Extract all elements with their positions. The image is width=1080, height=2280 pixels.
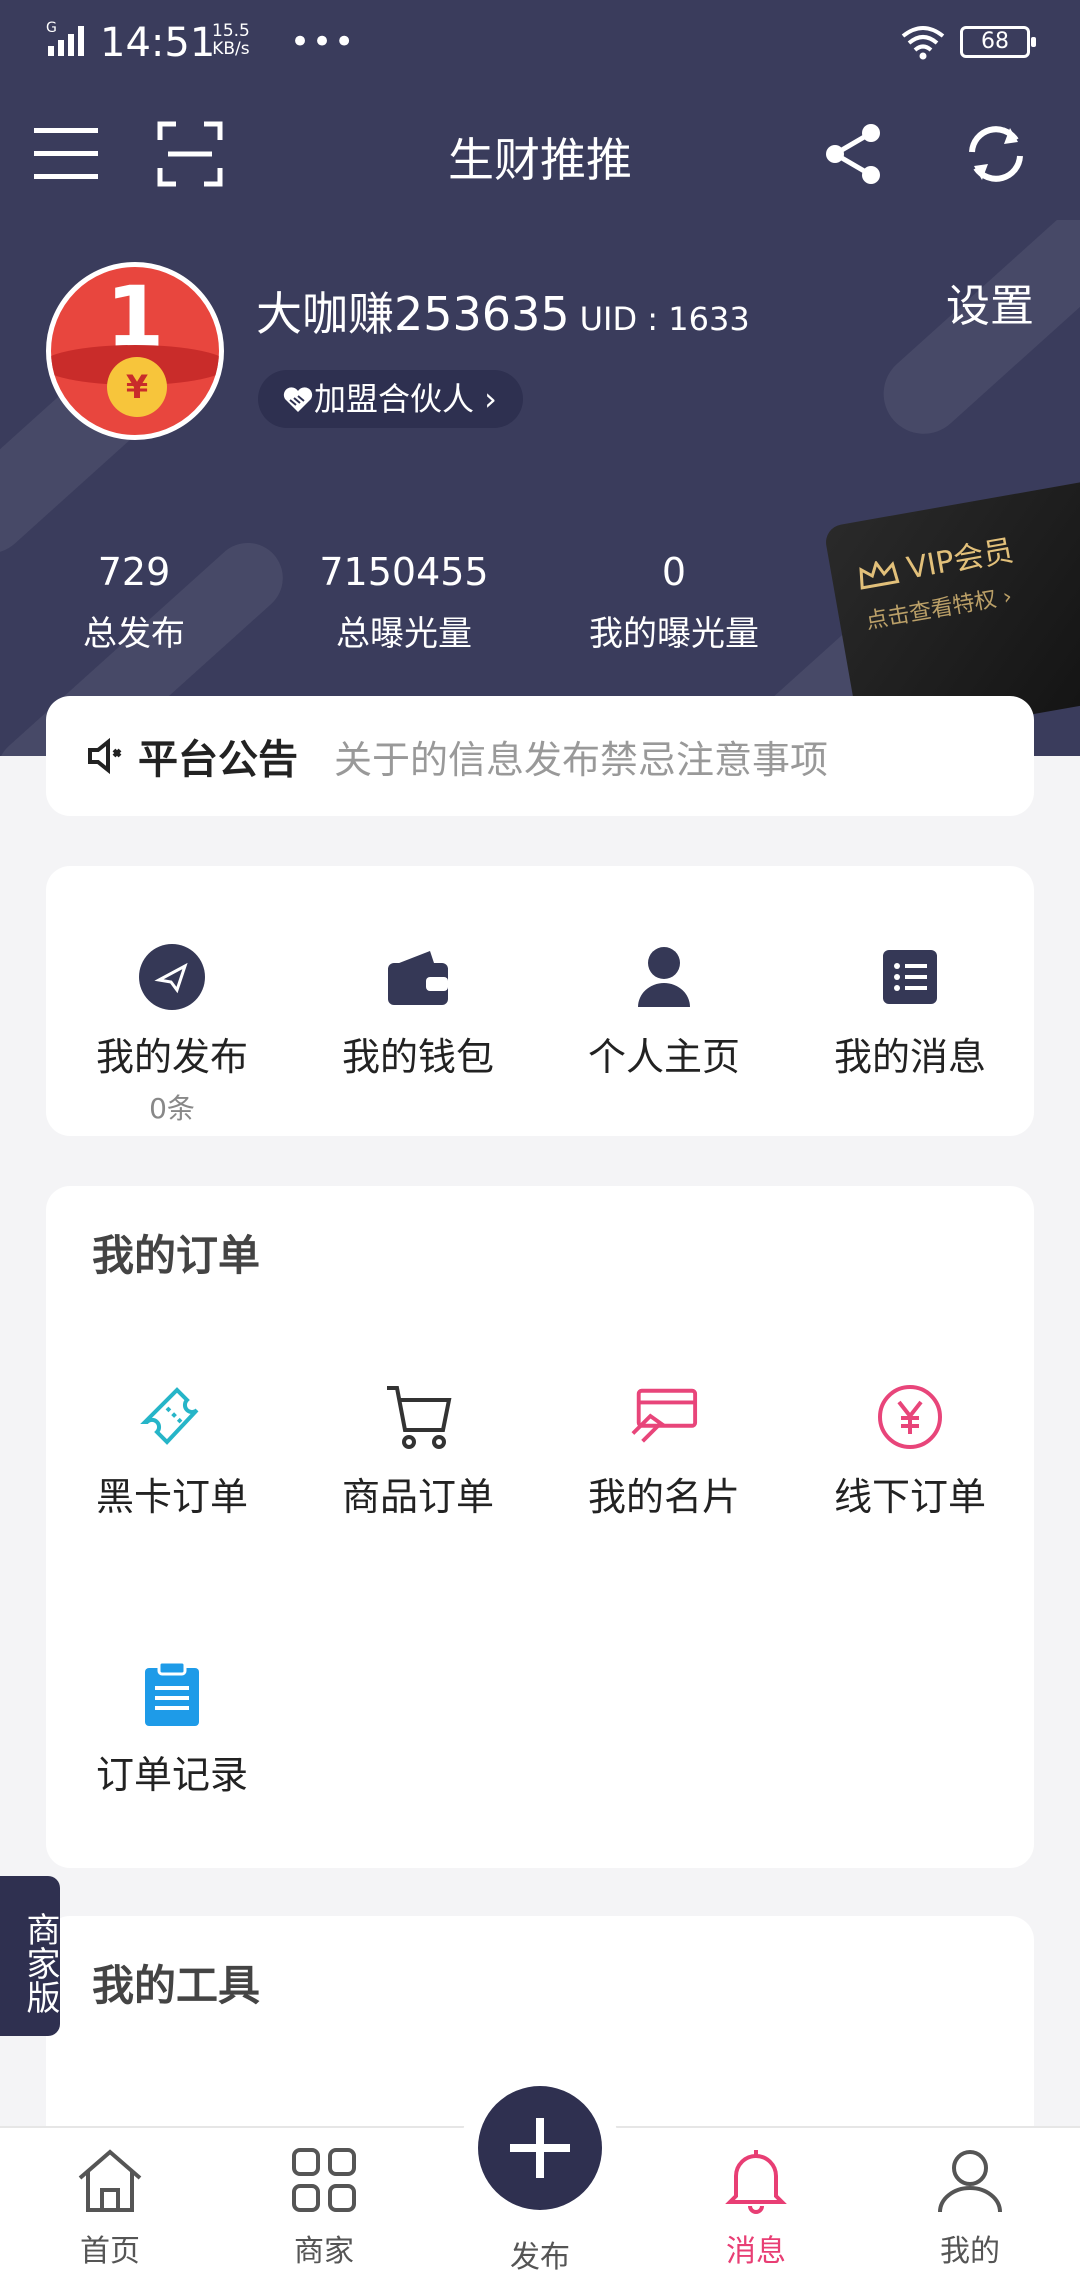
stat-my-exposure[interactable]: 0 我的曝光量 — [564, 550, 784, 655]
yen-coin-icon: ¥ — [107, 357, 167, 417]
nav-bar: 生财推推 — [0, 90, 1080, 220]
my-messages-button[interactable]: 我的消息 — [790, 942, 1030, 1081]
person-icon — [629, 942, 699, 1012]
bell-icon — [725, 2150, 787, 2214]
merchant-version-tab[interactable]: 商家版 — [0, 1876, 60, 2036]
orders-title: 我的订单 — [92, 1231, 261, 1280]
ticket-icon — [137, 1382, 207, 1452]
refresh-icon[interactable] — [958, 116, 1034, 192]
tools-title: 我的工具 — [92, 1961, 261, 2010]
tab-mine[interactable]: 我的 — [890, 2142, 1050, 2270]
battery-icon: 68 — [960, 26, 1036, 58]
my-posts-button[interactable]: 我的发布 0条 — [52, 942, 292, 1127]
settings-button[interactable]: 设置 — [946, 270, 1034, 334]
handshake-icon — [283, 387, 313, 412]
publish-button[interactable] — [478, 2086, 602, 2210]
page-title: 生财推推 — [448, 133, 632, 187]
order-records-button[interactable]: 订单记录 — [52, 1660, 292, 1799]
wallet-icon — [383, 942, 453, 1012]
cart-icon — [383, 1382, 453, 1452]
more-status-icon: ••• — [290, 22, 357, 62]
goods-orders-button[interactable]: 商品订单 — [298, 1382, 538, 1521]
share-icon[interactable] — [816, 116, 892, 192]
network-speed: 15.5 KB/s — [212, 21, 250, 59]
user-id: UID : 1633 — [579, 300, 750, 338]
user-icon — [938, 2150, 1002, 2213]
post-count: 0条 — [149, 1092, 195, 1125]
profile-page-button[interactable]: 个人主页 — [544, 942, 784, 1081]
tab-home[interactable]: 首页 — [30, 2142, 190, 2270]
svg-text:G: G — [46, 20, 57, 36]
black-card-orders-button[interactable]: 黑卡订单 — [52, 1382, 292, 1521]
my-card-button[interactable]: 我的名片 — [544, 1382, 784, 1521]
profile-header: 1 ¥ 大咖赚253635 UID : 1633 加盟合伙人 › 设置 729 总… — [0, 220, 1080, 756]
card-icon — [629, 1382, 699, 1452]
tab-messages[interactable]: 消息 — [676, 2142, 836, 2270]
my-wallet-button[interactable]: 我的钱包 — [298, 942, 538, 1081]
clock: 14:51 — [100, 20, 216, 66]
orders-card: 我的订单 黑卡订单 商品订单 我的名片 线下订单 订单记录 — [46, 1186, 1034, 1868]
message-list-icon — [875, 942, 945, 1012]
offline-orders-button[interactable]: 线下订单 — [790, 1382, 1030, 1521]
quick-actions-card: 我的发布 0条 我的钱包 个人主页 我的消息 — [46, 866, 1034, 1136]
platform-notice[interactable]: 平台公告 关于的信息发布禁忌注意事项 — [46, 696, 1034, 816]
publish-label: 发布 — [510, 2240, 570, 2275]
clipboard-icon — [137, 1660, 207, 1730]
wifi-icon — [901, 26, 945, 60]
home-icon — [78, 2149, 142, 2212]
crown-icon — [859, 559, 900, 590]
notice-text: 关于的信息发布禁忌注意事项 — [334, 737, 829, 782]
tab-merchants[interactable]: 商家 — [244, 2142, 404, 2270]
plus-icon — [510, 2118, 570, 2178]
partner-button[interactable]: 加盟合伙人 › — [258, 370, 523, 428]
decor-stripe — [867, 220, 1080, 451]
paper-plane-icon — [137, 942, 207, 1012]
notice-label: 平台公告 — [138, 737, 298, 783]
grid-icon — [292, 2148, 356, 2212]
signal-icon: G — [46, 20, 84, 56]
stat-total-posts[interactable]: 729 总发布 — [24, 550, 244, 655]
username: 大咖赚253635 UID : 1633 — [256, 287, 750, 341]
avatar[interactable]: 1 ¥ — [46, 262, 224, 440]
speaker-icon — [88, 737, 122, 775]
status-bar: G 14:51 15.5 KB/s ••• 68 — [0, 0, 1080, 90]
stat-total-exposure[interactable]: 7150455 总曝光量 — [294, 550, 514, 655]
yen-circle-icon — [875, 1382, 945, 1452]
